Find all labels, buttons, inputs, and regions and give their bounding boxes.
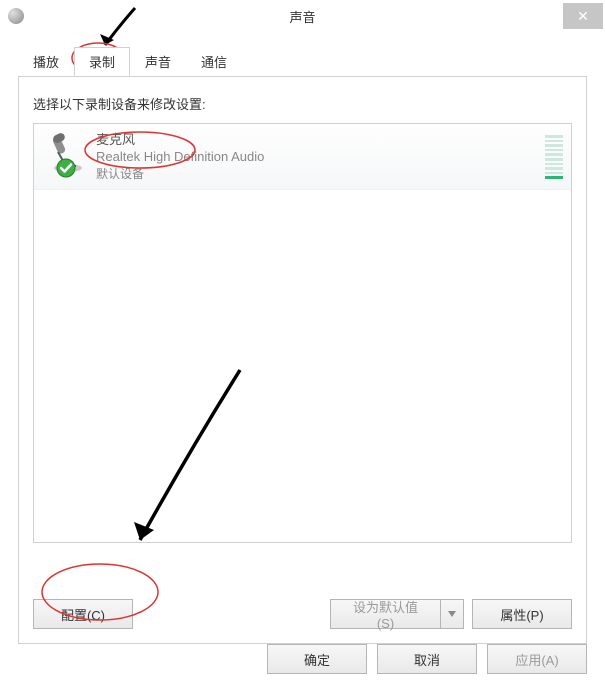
- button-label: 应用(A): [515, 650, 558, 669]
- ok-button[interactable]: 确定: [267, 644, 367, 674]
- window-title: 声音: [289, 7, 315, 26]
- dialog-footer: 确定 取消 应用(A): [267, 644, 587, 674]
- level-bar: [545, 158, 563, 161]
- level-bar: [545, 144, 563, 147]
- button-label: 取消: [414, 650, 440, 669]
- level-bar: [545, 140, 563, 143]
- level-meter: [545, 135, 563, 179]
- sound-dialog: 声音 ✕ 播放 录制 声音 通信 选择以下录制设备来修改设置:: [0, 0, 605, 684]
- close-icon: ✕: [577, 8, 589, 25]
- set-default-dropdown[interactable]: [440, 599, 464, 629]
- check-icon: [56, 158, 76, 178]
- device-text: 麦克风 Realtek High Definition Audio 默认设备: [96, 130, 264, 183]
- apply-button[interactable]: 应用(A): [487, 644, 587, 674]
- device-name: 麦克风: [96, 131, 264, 149]
- level-bar: [545, 163, 563, 166]
- tab-sounds[interactable]: 声音: [130, 47, 186, 76]
- set-default-button[interactable]: 设为默认值(S): [330, 599, 440, 629]
- button-label: 设为默认值(S): [345, 597, 426, 631]
- tab-recording[interactable]: 录制: [74, 47, 130, 76]
- tab-strip: 播放 录制 声音 通信: [18, 47, 587, 77]
- level-bar: [545, 153, 563, 156]
- window-icon: [8, 8, 24, 24]
- button-label: 确定: [304, 650, 330, 669]
- configure-button[interactable]: 配置(C): [33, 599, 133, 629]
- recording-panel: 选择以下录制设备来修改设置:: [18, 76, 587, 644]
- content-area: 播放 录制 声音 通信 选择以下录制设备来修改设置:: [0, 32, 605, 644]
- device-button-row: 配置(C) 设为默认值(S) 属性(P): [33, 599, 572, 629]
- close-button[interactable]: ✕: [563, 3, 603, 29]
- level-bar: [545, 172, 563, 175]
- titlebar: 声音 ✕: [0, 0, 605, 32]
- device-list[interactable]: 麦克风 Realtek High Definition Audio 默认设备: [33, 123, 572, 543]
- level-bar: [545, 167, 563, 170]
- button-label: 属性(P): [500, 605, 543, 624]
- tab-label: 播放: [33, 55, 59, 70]
- device-status: 默认设备: [96, 166, 264, 182]
- tab-label: 声音: [145, 55, 171, 70]
- device-driver: Realtek High Definition Audio: [96, 148, 264, 166]
- level-bar: [545, 135, 563, 138]
- button-label: 配置(C): [61, 605, 105, 624]
- tab-playback[interactable]: 播放: [18, 47, 74, 76]
- device-item-microphone[interactable]: 麦克风 Realtek High Definition Audio 默认设备: [34, 124, 571, 190]
- chevron-down-icon: [448, 611, 456, 617]
- cancel-button[interactable]: 取消: [377, 644, 477, 674]
- level-bar: [545, 149, 563, 152]
- tab-label: 录制: [89, 55, 115, 70]
- tab-label: 通信: [201, 55, 227, 70]
- instruction-text: 选择以下录制设备来修改设置:: [33, 94, 572, 113]
- set-default-split-button: 设为默认值(S): [330, 599, 464, 629]
- tab-communications[interactable]: 通信: [186, 47, 242, 76]
- level-bar: [545, 176, 563, 179]
- properties-button[interactable]: 属性(P): [472, 599, 572, 629]
- microphone-icon: [42, 130, 86, 174]
